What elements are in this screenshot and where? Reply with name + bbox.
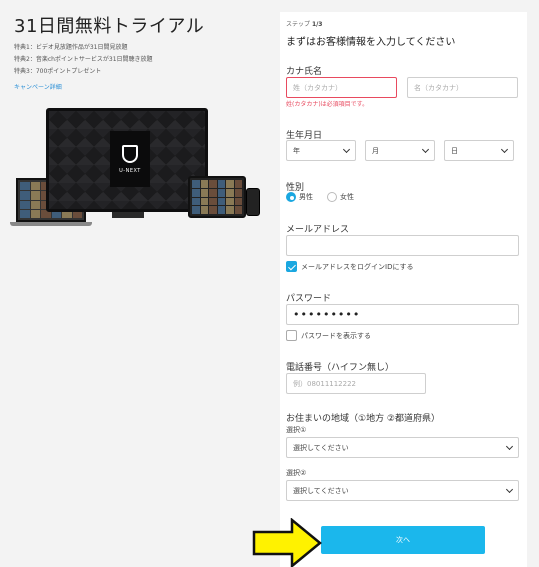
email-as-login-option: メールアドレスをログインIDにする bbox=[286, 261, 414, 272]
devices-image: U-NEXT bbox=[10, 106, 264, 226]
birth-month-select[interactable]: 月 bbox=[365, 140, 435, 161]
step-indicator: ステップ 1/3 bbox=[286, 21, 323, 28]
signup-form: ステップ 1/3 まずはお客様情報を入力してください カナ氏名 姓（カタカナ） … bbox=[280, 12, 527, 567]
gender-female-label: 女性 bbox=[340, 193, 354, 201]
chevron-down-icon bbox=[500, 145, 509, 153]
gender-male-label: 男性 bbox=[299, 193, 313, 201]
promo-area: 31日間無料トライアル 特典1：ビデオ見放題作品が31日間見放題 特典2：音楽c… bbox=[0, 0, 280, 567]
chevron-down-icon bbox=[342, 145, 351, 153]
region1-label: 選択① bbox=[286, 426, 307, 434]
gender-options: 男性 女性 bbox=[286, 192, 354, 202]
next-button[interactable]: 次へ bbox=[321, 526, 485, 554]
promo-title: 31日間無料トライアル bbox=[14, 16, 205, 37]
region-label: お住まいの地域（①地方 ②都道府県） bbox=[286, 414, 440, 424]
perk-item-2: 特典2：音楽chポイントサービスが31日間聴き放題 bbox=[14, 56, 153, 63]
phone-input[interactable]: 例）08011112222 bbox=[286, 373, 426, 394]
last-name-kana-input[interactable]: 姓（カタカナ） bbox=[286, 77, 397, 98]
kana-name-label: カナ氏名 bbox=[286, 67, 323, 77]
tablet-image bbox=[188, 176, 246, 218]
perk-list: 特典1：ビデオ見放題作品が31日間見放題 特典2：音楽chポイントサービスが31… bbox=[14, 42, 153, 78]
password-input[interactable]: ••••••••• bbox=[286, 304, 519, 325]
region-select-2[interactable]: 選択してください bbox=[286, 480, 519, 501]
kana-error-message: 姓(カタカナ)は必須項目です。 bbox=[286, 101, 369, 108]
shield-icon bbox=[122, 144, 138, 163]
campaign-details-link[interactable]: キャンペーン詳細 bbox=[14, 82, 62, 91]
birth-year-select[interactable]: 年 bbox=[286, 140, 356, 161]
perk-item-3: 特典3：700ポイントプレゼント bbox=[14, 68, 102, 75]
chevron-down-icon bbox=[505, 485, 514, 493]
show-password-option: パスワードを表示する bbox=[286, 330, 371, 341]
show-password-label: パスワードを表示する bbox=[301, 331, 371, 340]
birth-day-select[interactable]: 日 bbox=[444, 140, 514, 161]
form-headline: まずはお客様情報を入力してください bbox=[286, 37, 456, 48]
show-password-checkbox[interactable] bbox=[286, 330, 297, 341]
phone-label: 電話番号（ハイフン無し） bbox=[286, 363, 395, 373]
tv-image: U-NEXT bbox=[46, 108, 208, 212]
perk-item-1: 特典1：ビデオ見放題作品が31日間見放題 bbox=[14, 44, 128, 51]
gender-male-radio[interactable] bbox=[286, 192, 296, 202]
chevron-down-icon bbox=[421, 145, 430, 153]
password-label: パスワード bbox=[286, 294, 332, 304]
region-select-1[interactable]: 選択してください bbox=[286, 437, 519, 458]
email-label: メールアドレス bbox=[286, 225, 350, 235]
chevron-down-icon bbox=[505, 442, 514, 450]
email-input[interactable] bbox=[286, 235, 519, 256]
first-name-kana-input[interactable]: 名（カタカナ） bbox=[407, 77, 518, 98]
region2-label: 選択② bbox=[286, 469, 307, 477]
email-as-login-label: メールアドレスをログインIDにする bbox=[301, 262, 414, 271]
gender-female-radio[interactable] bbox=[327, 192, 337, 202]
pointer-arrow-icon bbox=[252, 518, 322, 567]
unext-logo: U-NEXT bbox=[110, 131, 150, 187]
phone-image bbox=[246, 188, 260, 216]
email-as-login-checkbox[interactable] bbox=[286, 261, 297, 272]
